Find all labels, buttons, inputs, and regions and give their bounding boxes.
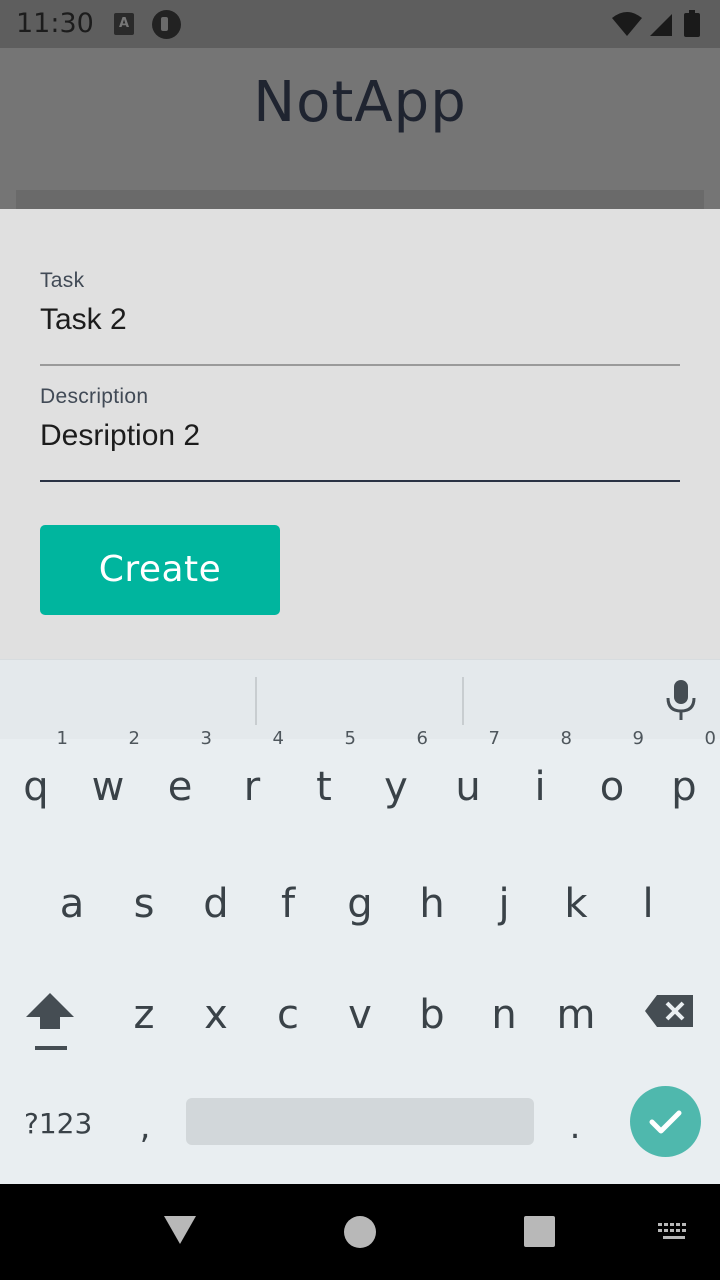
key-hint: 3	[200, 728, 212, 749]
key-n[interactable]: n	[468, 992, 540, 1038]
navigation-bar	[0, 1184, 720, 1280]
description-input[interactable]: Desription 2	[40, 419, 680, 453]
home-icon[interactable]	[344, 1216, 376, 1248]
key-o[interactable]: 9o	[576, 728, 648, 810]
create-button[interactable]: Create	[40, 525, 280, 615]
task-label: Task	[40, 269, 85, 292]
task-card-peek	[16, 190, 704, 210]
key-a[interactable]: a	[36, 881, 108, 927]
microphone-icon[interactable]	[664, 678, 698, 722]
key-hint: 6	[416, 728, 428, 749]
checkmark-icon	[649, 1110, 682, 1134]
key-q[interactable]: 1q	[0, 728, 72, 810]
status-bar: 11:30 A	[0, 0, 720, 48]
keyboard-switch-icon[interactable]	[657, 1222, 691, 1242]
key-x[interactable]: x	[180, 992, 252, 1038]
key-l[interactable]: l	[612, 881, 684, 927]
create-task-sheet: Task Task 2 Description Desription 2 Cre…	[0, 209, 720, 659]
battery-icon	[684, 13, 700, 37]
recents-icon[interactable]	[524, 1216, 555, 1247]
description-field[interactable]: Description Desription 2	[40, 385, 680, 485]
task-field[interactable]: Task Task 2	[40, 269, 680, 369]
key-m[interactable]: m	[540, 992, 612, 1038]
suggestion-divider	[255, 677, 257, 725]
key-label: u	[455, 764, 481, 810]
key-d[interactable]: d	[180, 881, 252, 927]
key-label: q	[23, 764, 49, 810]
key-j[interactable]: j	[468, 881, 540, 927]
comma-key[interactable]: ,	[132, 1107, 158, 1147]
description-label: Description	[40, 385, 149, 408]
period-key[interactable]: .	[562, 1107, 588, 1147]
accessibility-a-icon: A	[114, 13, 134, 35]
space-bar[interactable]	[186, 1098, 534, 1145]
key-g[interactable]: g	[324, 881, 396, 927]
suggestion-strip	[0, 659, 720, 739]
symbols-key[interactable]: ?123	[24, 1107, 92, 1140]
key-i[interactable]: 8i	[504, 728, 576, 810]
key-label: r	[243, 764, 261, 810]
key-t[interactable]: 5t	[288, 728, 360, 810]
key-k[interactable]: k	[540, 881, 612, 927]
key-b[interactable]: b	[396, 992, 468, 1038]
key-hint: 9	[632, 728, 644, 749]
key-hint: 5	[344, 728, 356, 749]
pocketcasts-icon	[152, 10, 181, 39]
app-header: NotApp	[0, 48, 720, 190]
key-w[interactable]: 2w	[72, 728, 144, 810]
soft-keyboard: 1q2w3e4r5t6y7u8i9o0p asdfghjkl zxcvbnm ?…	[0, 659, 720, 1184]
key-v[interactable]: v	[324, 992, 396, 1038]
task-underline	[40, 364, 680, 366]
key-hint: 2	[128, 728, 140, 749]
key-label: t	[316, 764, 332, 810]
key-e[interactable]: 3e	[144, 728, 216, 810]
shift-icon[interactable]	[22, 991, 78, 1053]
signal-icon	[650, 14, 672, 36]
key-c[interactable]: c	[252, 992, 324, 1038]
key-label: o	[599, 764, 625, 810]
key-hint: 8	[560, 728, 572, 749]
key-u[interactable]: 7u	[432, 728, 504, 810]
key-label: w	[91, 764, 125, 810]
backspace-icon[interactable]	[643, 993, 695, 1029]
wifi-icon	[612, 12, 642, 36]
key-label: y	[384, 764, 408, 810]
enter-key[interactable]	[630, 1086, 701, 1157]
description-underline	[40, 480, 680, 482]
key-p[interactable]: 0p	[648, 728, 720, 810]
key-z[interactable]: z	[108, 992, 180, 1038]
key-s[interactable]: s	[108, 881, 180, 927]
status-icons	[612, 10, 700, 37]
key-hint: 4	[272, 728, 284, 749]
suggestion-divider	[462, 677, 464, 725]
back-icon[interactable]	[162, 1214, 198, 1246]
key-r[interactable]: 4r	[216, 728, 288, 810]
key-h[interactable]: h	[396, 881, 468, 927]
status-time: 11:30	[16, 8, 94, 39]
key-hint: 0	[704, 728, 716, 749]
key-hint: 1	[56, 728, 68, 749]
key-label: e	[167, 764, 193, 810]
key-y[interactable]: 6y	[360, 728, 432, 810]
key-label: i	[534, 764, 546, 810]
key-label: p	[671, 764, 697, 810]
app-title: NotApp	[253, 70, 467, 135]
task-input[interactable]: Task 2	[40, 303, 680, 337]
key-f[interactable]: f	[252, 881, 324, 927]
key-hint: 7	[488, 728, 500, 749]
